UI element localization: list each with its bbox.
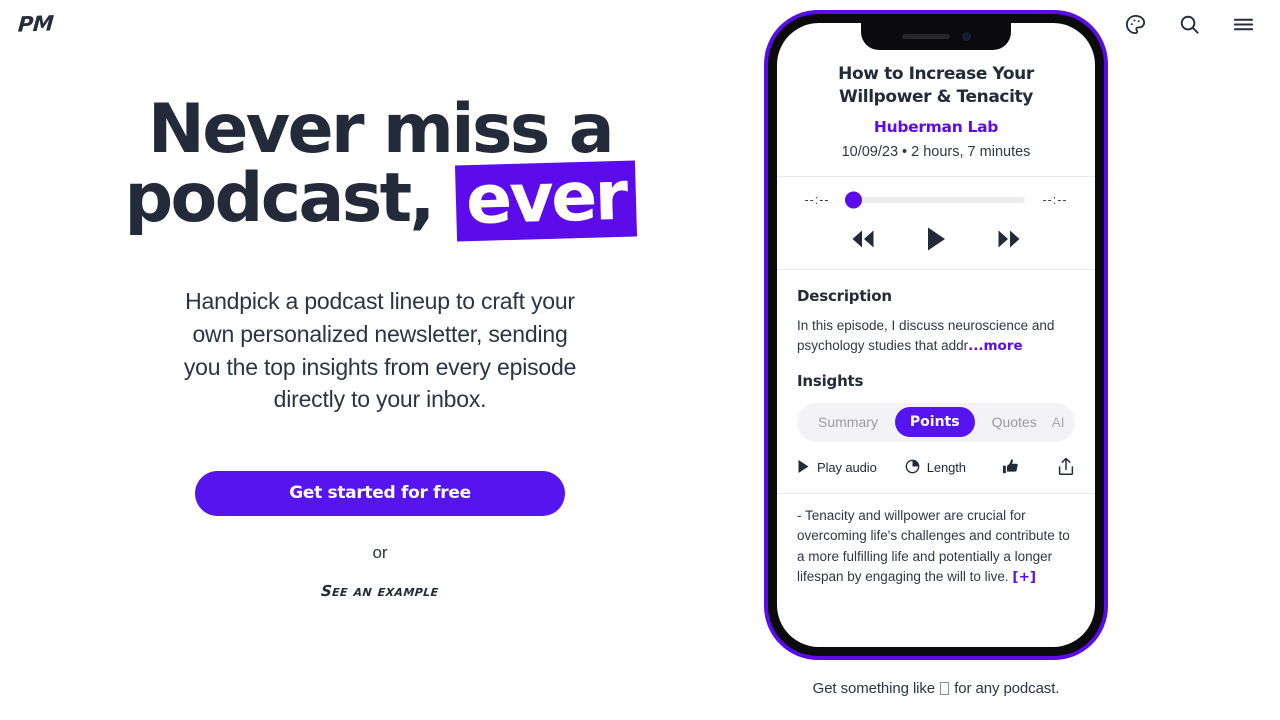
episode-show-name[interactable]: Huberman Lab <box>777 118 1095 136</box>
see-an-example-link[interactable]: See an example <box>320 582 439 600</box>
tab-summary[interactable]: Summary <box>803 407 893 437</box>
episode-meta: 10/09/23 • 2 hours, 7 minutes <box>841 144 1031 161</box>
notch-camera <box>961 32 971 41</box>
hero-section: Never miss a podcast, ever Handpick a po… <box>0 0 760 720</box>
phone-mockup: How to Increase Your Willpower & Tenacit… <box>764 10 1108 660</box>
pie-chart-icon <box>905 459 920 477</box>
thumbs-up-icon <box>1002 458 1019 478</box>
hero-subtitle: Handpick a podcast lineup to craft your … <box>183 288 577 413</box>
hero-title-highlight: ever <box>454 157 637 242</box>
phone-caption: Get something like for any podcast. <box>764 680 1108 697</box>
length-label: Length <box>926 460 966 476</box>
elapsed-time: --:-- <box>804 193 830 208</box>
share-button[interactable] <box>1057 457 1075 479</box>
progress-slider-knob[interactable] <box>845 191 862 209</box>
tab-ai[interactable]: AI <box>1052 415 1065 430</box>
notch-speaker <box>901 34 950 39</box>
insight-expand-button[interactable]: [+] <box>1012 569 1036 585</box>
get-started-button[interactable]: Get started for free <box>195 470 565 516</box>
or-divider-label: or <box>372 542 388 562</box>
share-icon <box>1057 457 1075 479</box>
description-text: In this episode, I discuss neuroscience … <box>797 316 1075 357</box>
phone-bezel: How to Increase Your Willpower & Tenacit… <box>768 14 1104 656</box>
header-icon-group <box>1122 11 1264 37</box>
tab-points[interactable]: Points <box>894 407 975 438</box>
remaining-time: --:-- <box>1042 193 1068 208</box>
phone-screen: How to Increase Your Willpower & Tenacit… <box>777 23 1095 647</box>
length-button[interactable]: Length <box>905 459 966 477</box>
tab-quotes[interactable]: Quotes <box>977 407 1052 437</box>
phone-frame: How to Increase Your Willpower & Tenacit… <box>764 10 1108 660</box>
search-icon[interactable] <box>1176 11 1202 37</box>
insights-tab-bar: Summary Points Quotes AI <box>797 402 1075 442</box>
description-more-link[interactable]: ...more <box>968 338 1023 354</box>
rewind-button[interactable] <box>848 227 878 251</box>
caption-after: for any podcast. <box>954 680 1060 697</box>
description-heading: Description <box>797 287 892 306</box>
progress-slider[interactable] <box>845 191 1025 209</box>
thumbs-up-button[interactable] <box>1002 458 1019 478</box>
fast-forward-button[interactable] <box>994 227 1024 251</box>
phone-notch <box>861 23 1011 50</box>
description-section: Description In this episode, I discuss n… <box>777 270 1095 357</box>
insight-text: - Tenacity and willpower are crucial for… <box>777 494 1095 588</box>
transport-controls <box>799 225 1073 253</box>
episode-card: How to Increase Your Willpower & Tenacit… <box>777 23 1095 588</box>
caption-before: Get something like <box>812 680 936 697</box>
play-audio-label: Play audio <box>817 460 877 476</box>
play-button[interactable] <box>924 225 948 253</box>
page-title: Never miss a podcast, ever <box>115 95 645 242</box>
episode-title: How to Increase Your Willpower & Tenacit… <box>838 64 1034 107</box>
palette-icon[interactable] <box>1122 11 1148 37</box>
insight-action-bar: Play audio Length <box>777 442 1095 493</box>
play-audio-button[interactable]: Play audio <box>797 459 877 477</box>
insights-heading: Insights <box>797 371 864 390</box>
pointing-up-icon <box>940 682 950 695</box>
insights-tab-group: Summary Points Quotes <box>803 407 1052 438</box>
scrubber-row: --:-- --:-- <box>799 191 1073 209</box>
insights-section: Insights <box>777 357 1095 403</box>
hamburger-menu-icon[interactable] <box>1230 11 1256 37</box>
audio-player: --:-- --:-- <box>777 177 1095 267</box>
play-icon <box>797 459 810 477</box>
